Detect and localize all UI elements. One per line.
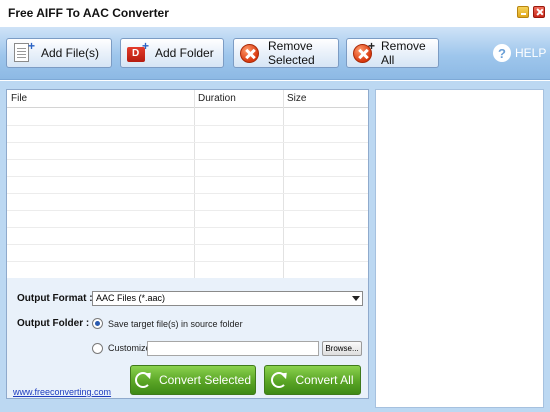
add-folder-icon: + [125, 39, 149, 65]
column-duration[interactable]: Duration [198, 93, 236, 104]
window-title: Free AIFF To AAC Converter [8, 6, 169, 20]
save-in-source-label[interactable]: Save target file(s) in source folder [108, 319, 243, 329]
chevron-down-icon [352, 296, 360, 301]
output-format-value: AAC Files (*.aac) [96, 293, 166, 303]
main-panel: File Duration Size Output Format : AAC F… [0, 81, 550, 412]
convert-all-button[interactable]: Convert All [264, 365, 361, 395]
settings-panel: Output Format : AAC Files (*.aac) Output… [6, 278, 369, 399]
remove-icon [238, 41, 262, 65]
help-icon: ? [493, 44, 511, 62]
column-file[interactable]: File [11, 93, 27, 104]
output-format-select[interactable]: AAC Files (*.aac) [92, 291, 363, 306]
remove-all-label: Remove All [381, 39, 426, 67]
add-folder-label: Add Folder [155, 46, 214, 60]
row-divider [7, 142, 368, 143]
customize-radio[interactable] [92, 343, 103, 354]
minimize-icon[interactable] [517, 6, 529, 18]
remove-all-icon: + [351, 39, 375, 65]
close-icon[interactable] [533, 6, 545, 18]
convert-selected-label: Convert Selected [158, 373, 252, 387]
website-link[interactable]: www.freeconverting.com [13, 387, 111, 397]
help-label: HELP [515, 46, 547, 60]
remove-selected-button[interactable]: Remove Selected [233, 38, 339, 68]
row-divider [7, 210, 368, 211]
remove-selected-label: Remove Selected [268, 39, 315, 67]
output-format-label: Output Format : [17, 293, 93, 304]
output-folder-label: Output Folder : [17, 318, 90, 329]
row-divider [7, 176, 368, 177]
column-size[interactable]: Size [287, 93, 306, 104]
row-divider [7, 227, 368, 228]
toolbar: + Add File(s) + Add Folder Remove Select… [0, 27, 550, 80]
row-divider [7, 261, 368, 262]
browse-button[interactable]: Browse... [322, 341, 362, 356]
convert-selected-button[interactable]: Convert Selected [130, 365, 256, 395]
convert-all-label: Convert All [295, 373, 354, 387]
help-button[interactable]: ? HELP [493, 44, 546, 62]
remove-all-button[interactable]: + Remove All [346, 38, 439, 68]
add-files-button[interactable]: + Add File(s) [6, 38, 112, 68]
file-list-header: File Duration Size [7, 90, 368, 108]
save-in-source-radio[interactable] [92, 318, 103, 329]
add-files-label: Add File(s) [41, 46, 100, 60]
row-divider [7, 125, 368, 126]
row-divider [7, 244, 368, 245]
row-divider [7, 193, 368, 194]
add-file-icon: + [11, 39, 35, 65]
add-folder-button[interactable]: + Add Folder [120, 38, 224, 68]
customize-path-input[interactable] [147, 341, 319, 356]
row-divider [7, 159, 368, 160]
convert-icon [271, 372, 288, 388]
convert-icon [134, 372, 151, 388]
preview-panel [375, 89, 544, 408]
title-bar: Free AIFF To AAC Converter [0, 0, 550, 27]
